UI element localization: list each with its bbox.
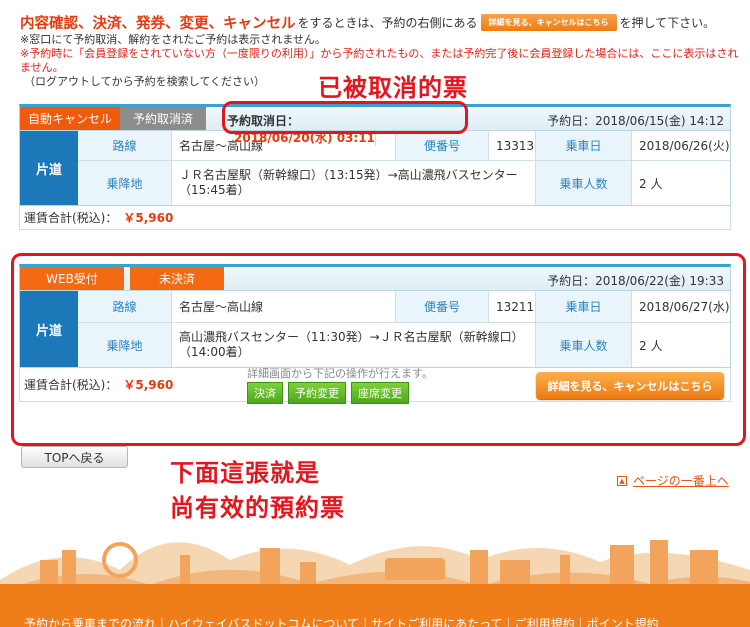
- table-row: 路線 名古屋～高山線 便番号 13313 乗車日 2018/06/26(火): [78, 131, 730, 161]
- status-tag-cancelled: 予約取消済: [120, 107, 206, 130]
- people-label: 乗車人数: [536, 161, 632, 205]
- reserve-date: 予約日：2018/06/15(金) 14:12: [547, 114, 724, 128]
- people-value: 2 人: [639, 176, 663, 191]
- fare-value: ￥5,960: [123, 211, 174, 225]
- trip-type: 片道: [20, 131, 78, 205]
- intro-mid-text: をするときは、予約の右側にある: [297, 16, 478, 30]
- stop-label: 乗降地: [78, 161, 172, 205]
- bin-label: 便番号: [396, 131, 489, 160]
- annotation-box-cancel-date: [222, 101, 468, 134]
- annotation-box-active-card: [11, 253, 746, 446]
- date-value: 2018/06/26(火): [639, 139, 730, 153]
- inline-detail-button-sample: 詳細を見る、キャンセルはこちら: [480, 14, 617, 31]
- date-label: 乗車日: [536, 131, 632, 160]
- status-tag-auto-cancel: 自動キャンセル: [20, 107, 120, 130]
- stop-value: ＪＲ名古屋駅（新幹線口）（13:15発）→高山濃飛バスセンター（15:45着）: [172, 161, 536, 205]
- intro-end-text: を押して下さい。: [619, 16, 716, 30]
- annotation-valid-line1: 下面這張就是: [170, 459, 320, 487]
- intro-note-1: ※窓口にて予約取消、解約をされたご予約は表示されません。: [20, 33, 326, 46]
- intro-title: 内容確認、決済、発券、変更、キャンセル: [20, 16, 296, 32]
- table-row: 乗降地 ＪＲ名古屋駅（新幹線口）（13:15発）→高山濃飛バスセンター（15:4…: [78, 161, 730, 205]
- footer-links[interactable]: 予約から乗車までの流れ｜ハイウェイバスドットコムについて｜サイトご利用にあたって…: [24, 615, 659, 627]
- fare-row: 運賃合計(税込)： ￥5,960: [19, 206, 731, 230]
- page-top-label: ページの一番上へ: [633, 474, 729, 488]
- up-arrow-icon: ▲: [617, 475, 627, 486]
- intro-line: 内容確認、決済、発券、変更、キャンセル をするときは、予約の右側にある 詳細を見…: [20, 12, 745, 33]
- page-top-link[interactable]: ▲ ページの一番上へ: [617, 472, 729, 489]
- bin-value: 13313: [489, 131, 536, 160]
- fare-label: 運賃合計(税込)：: [24, 211, 118, 225]
- route-label: 路線: [78, 131, 172, 160]
- annotation-cancelled-text: 已被取消的票: [318, 74, 468, 102]
- top-back-button[interactable]: TOPへ戻る: [21, 446, 128, 468]
